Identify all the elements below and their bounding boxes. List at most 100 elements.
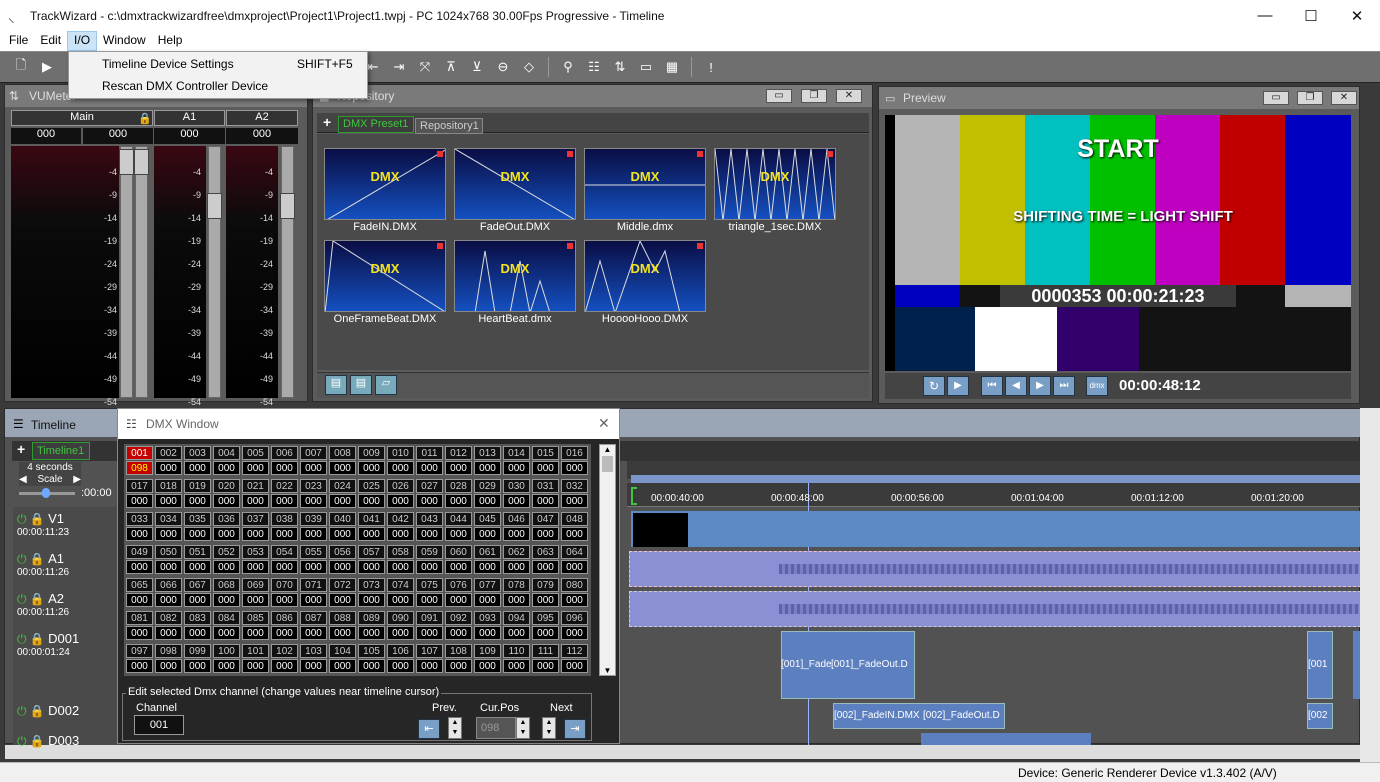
dmx-channel-value[interactable]: 000 xyxy=(532,461,559,475)
dmx-channel-number[interactable]: 040 xyxy=(329,512,356,526)
dmx-channel-value[interactable]: 000 xyxy=(416,659,443,673)
dmx-channel-value[interactable]: 000 xyxy=(474,626,501,640)
dmx-channel-value[interactable]: 000 xyxy=(474,593,501,607)
dmx-channel-value[interactable]: 000 xyxy=(329,527,356,541)
track-header-a2[interactable]: ⏻ 🔒 A2 00:00:11:26 xyxy=(17,591,121,618)
dmx-channel-value[interactable]: 000 xyxy=(155,560,182,574)
dmx-channel-value[interactable]: 000 xyxy=(213,527,240,541)
power-icon[interactable]: ⏻ xyxy=(17,734,27,748)
dmx-channel-number[interactable]: 082 xyxy=(155,611,182,625)
dmx-channel-number[interactable]: 060 xyxy=(445,545,472,559)
dmx-channel-number[interactable]: 068 xyxy=(213,578,240,592)
dmx-channel-value[interactable]: 000 xyxy=(184,626,211,640)
menu-item-rescan-dmx[interactable]: Rescan DMX Controller Device xyxy=(102,79,268,93)
dmx-channel-number[interactable]: 086 xyxy=(271,611,298,625)
dmx-channel-value[interactable]: 000 xyxy=(242,527,269,541)
dmx-channel-value[interactable]: 000 xyxy=(387,494,414,508)
dmx-channel-value[interactable]: 000 xyxy=(503,461,530,475)
fader-knob[interactable] xyxy=(119,149,134,175)
repo-item[interactable]: DMX xyxy=(454,240,576,312)
dmx-channel-number[interactable]: 041 xyxy=(358,512,385,526)
menu-item-timeline-device-settings[interactable]: Timeline Device Settings xyxy=(102,57,234,71)
dmx-channel-number[interactable]: 111 xyxy=(532,644,559,658)
dmx-channel-number[interactable]: 035 xyxy=(184,512,211,526)
dmx-channel-number[interactable]: 001 xyxy=(126,446,153,460)
dmx-channel-number[interactable]: 094 xyxy=(503,611,530,625)
dmx-channel-number[interactable]: 087 xyxy=(300,611,327,625)
dmx-channel-value[interactable]: 000 xyxy=(358,560,385,574)
menu-io[interactable]: I/O xyxy=(67,31,98,51)
minimize-button[interactable]: — xyxy=(1242,0,1288,31)
panel-minimize-button[interactable]: ▭ xyxy=(766,89,792,103)
prev-button-icon[interactable]: ⇤ xyxy=(418,719,440,739)
dmx-channel-number[interactable]: 007 xyxy=(300,446,327,460)
dmx-channel-number[interactable]: 038 xyxy=(271,512,298,526)
dmx-channel-value[interactable]: 000 xyxy=(242,461,269,475)
lock-icon[interactable]: 🔒 xyxy=(30,512,45,526)
monitor-icon[interactable]: ▭ xyxy=(633,55,659,79)
dmx-channel-value[interactable]: 000 xyxy=(329,593,356,607)
dmx-channel-value[interactable]: 000 xyxy=(532,527,559,541)
menu-window[interactable]: Window xyxy=(97,31,152,51)
lock-icon[interactable]: 🔒 xyxy=(30,734,45,748)
dmx-channel-value[interactable]: 000 xyxy=(155,461,182,475)
dmx-channel-number[interactable]: 088 xyxy=(329,611,356,625)
dmx-channel-number[interactable]: 045 xyxy=(474,512,501,526)
dmx-channel-value[interactable]: 000 xyxy=(532,659,559,673)
dmx-channel-value[interactable]: 000 xyxy=(155,626,182,640)
dmx-channel-value[interactable]: 000 xyxy=(126,560,153,574)
dmx-channel-value[interactable]: 000 xyxy=(561,593,588,607)
dmx-channel-number[interactable]: 106 xyxy=(387,644,414,658)
dmx-channel-value[interactable]: 000 xyxy=(300,494,327,508)
lock-icon[interactable]: 🔒 xyxy=(30,552,45,566)
dmx-channel-value[interactable]: 000 xyxy=(358,461,385,475)
dmx-channel-value[interactable]: 000 xyxy=(126,494,153,508)
dmx-channel-number[interactable]: 030 xyxy=(503,479,530,493)
repo-item[interactable]: DMX xyxy=(584,148,706,220)
move-right-icon[interactable]: ⇥ xyxy=(386,55,412,79)
dmx-channel-number[interactable]: 037 xyxy=(242,512,269,526)
dmx-channel-number[interactable]: 081 xyxy=(126,611,153,625)
lock-icon[interactable]: 🔒 xyxy=(30,592,45,606)
dmx-channel-number[interactable]: 019 xyxy=(184,479,211,493)
dmx-channel-number[interactable]: 020 xyxy=(213,479,240,493)
dmx-channel-value[interactable]: 000 xyxy=(300,527,327,541)
dmx-channel-value[interactable]: 000 xyxy=(213,659,240,673)
dmx-channel-value[interactable]: 000 xyxy=(445,494,472,508)
dmx-channel-value[interactable]: 000 xyxy=(503,626,530,640)
dmx-channel-number[interactable]: 096 xyxy=(561,611,588,625)
dmx-channel-number[interactable]: 100 xyxy=(213,644,240,658)
dmx-channel-number[interactable]: 032 xyxy=(561,479,588,493)
dmx-channel-number[interactable]: 099 xyxy=(184,644,211,658)
dmx-channel-number[interactable]: 027 xyxy=(416,479,443,493)
power-icon[interactable]: ⏻ xyxy=(17,552,27,566)
dmx-channel-number[interactable]: 089 xyxy=(358,611,385,625)
dmx-channel-number[interactable]: 029 xyxy=(474,479,501,493)
dmx-channel-number[interactable]: 053 xyxy=(242,545,269,559)
dmx-channel-value[interactable]: 000 xyxy=(387,659,414,673)
dmx-channel-value[interactable]: 000 xyxy=(358,593,385,607)
dmx-channel-value[interactable]: 000 xyxy=(358,494,385,508)
dmx-channel-value[interactable]: 000 xyxy=(416,626,443,640)
timeline-hscroll[interactable] xyxy=(5,745,1361,759)
dmx-channel-number[interactable]: 095 xyxy=(532,611,559,625)
fader-knob[interactable] xyxy=(134,149,149,175)
loop-icon[interactable]: ↻ xyxy=(923,376,945,396)
dmx-channel-value[interactable]: 000 xyxy=(271,560,298,574)
fader-knob[interactable] xyxy=(280,193,295,219)
dmx-channel-number[interactable]: 073 xyxy=(358,578,385,592)
dmx-channel-value[interactable]: 000 xyxy=(503,527,530,541)
panel-restore-button[interactable]: ❐ xyxy=(1297,91,1323,105)
dmx-channel-number[interactable]: 039 xyxy=(300,512,327,526)
dmx-channel-value[interactable]: 000 xyxy=(416,461,443,475)
dmx-channel-value[interactable]: 000 xyxy=(300,626,327,640)
dmx-grid-scrollbar[interactable]: ▲ ▼ xyxy=(599,444,616,676)
dmx-channel-value[interactable]: 000 xyxy=(387,593,414,607)
dmx-channel-number[interactable]: 080 xyxy=(561,578,588,592)
dmx-channel-value[interactable]: 000 xyxy=(445,626,472,640)
dmx-channel-number[interactable]: 083 xyxy=(184,611,211,625)
dmx-channel-number[interactable]: 093 xyxy=(474,611,501,625)
repo-item[interactable]: DMX xyxy=(714,148,836,220)
dmx-channel-value[interactable]: 000 xyxy=(532,560,559,574)
repo-item[interactable]: DMX xyxy=(584,240,706,312)
